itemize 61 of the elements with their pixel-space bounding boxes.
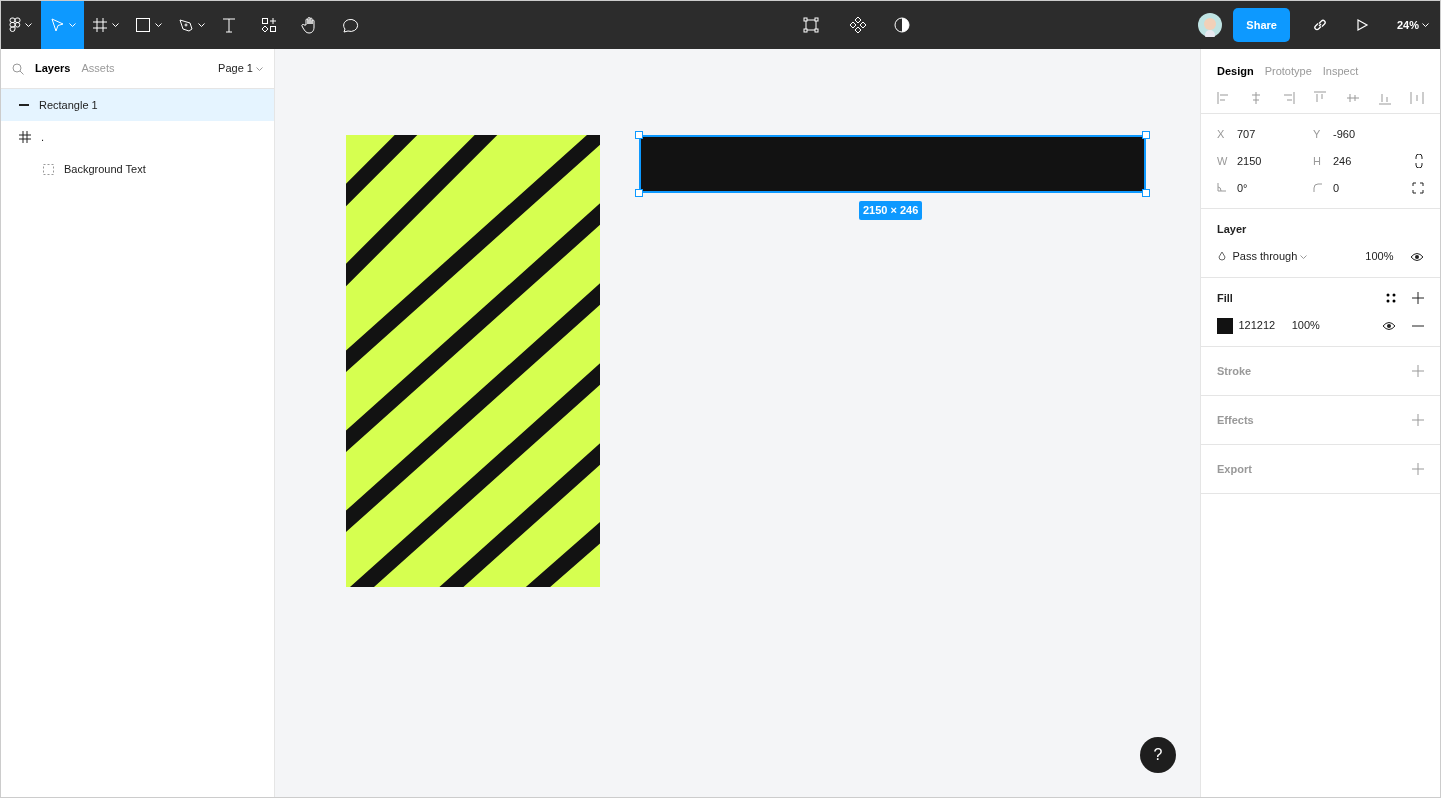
resize-handle[interactable] [1142,131,1150,139]
frame-icon [19,131,31,143]
zoom-menu[interactable]: 24% [1396,16,1429,34]
text-icon[interactable] [221,17,237,33]
expand-corners-icon[interactable] [1412,181,1424,194]
blend-mode-menu[interactable]: Pass through [1232,248,1308,265]
plus-icon[interactable] [1412,292,1424,304]
panel-tab[interactable]: Layers [35,60,71,77]
input-field[interactable]: 707 [1237,125,1256,142]
minus-icon[interactable] [1412,324,1424,327]
hex-value[interactable]: 121212 [1238,317,1276,334]
search-icon[interactable] [12,62,24,75]
page-menu[interactable]: Page 1 [218,60,263,77]
size-label: 2150 × 246 [859,201,923,220]
section-title: Export [1217,461,1252,477]
section-title: Layer [1217,221,1248,237]
avatar-icon[interactable] [1198,13,1223,37]
drop-icon [1217,250,1227,263]
frame-icon[interactable] [92,17,108,33]
eye-icon[interactable] [1381,320,1396,331]
opacity-value[interactable]: 100% [1365,248,1394,265]
field-label: X [1217,126,1226,142]
section-title: Stroke [1217,363,1252,379]
section-title: Effects [1217,412,1254,428]
resize-handle[interactable] [1142,189,1150,197]
speech-bubble-icon[interactable] [341,16,359,34]
color-swatch[interactable] [1217,317,1233,334]
link-icon[interactable] [1311,17,1328,33]
figma-logo-icon[interactable] [9,17,21,33]
cursor-icon[interactable] [49,17,65,33]
input-field[interactable]: 0° [1237,179,1248,196]
input-field[interactable]: 2150 [1237,152,1262,169]
angle-icon [1217,183,1227,193]
panel-tab[interactable]: Design [1217,63,1254,80]
pen-icon[interactable] [178,17,194,33]
dashed-square-icon [43,163,54,175]
edit-object-icon[interactable] [803,17,820,33]
rectangle-icon[interactable] [135,17,151,33]
play-icon[interactable] [1355,18,1370,32]
field-label: W [1217,153,1229,169]
input-field[interactable]: -960 [1333,125,1356,142]
constrain-proportions-icon[interactable] [1414,153,1424,168]
opacity-value[interactable]: 100% [1291,317,1320,334]
corner-radius-icon [1313,183,1323,193]
layer-row[interactable]: Rectangle 1 [1,89,274,121]
field-label: H [1313,153,1322,169]
layer-row[interactable]: Background Text [1,153,274,185]
resize-handle[interactable] [635,131,643,139]
resources-icon[interactable] [261,17,277,33]
input-field[interactable]: 246 [1333,152,1352,169]
eye-icon[interactable] [1410,251,1424,262]
help-button[interactable]: ? [1140,737,1176,773]
selected-rectangle[interactable] [639,135,1146,193]
section-title: Fill [1217,290,1233,306]
input-field[interactable]: 0 [1333,179,1340,196]
contrast-icon[interactable] [894,17,911,33]
resize-handle[interactable] [635,189,643,197]
field-label: Y [1313,126,1322,142]
component-icon[interactable] [848,16,867,34]
styles-icon[interactable] [1385,293,1396,303]
layer-row[interactable]: . [1,121,274,153]
